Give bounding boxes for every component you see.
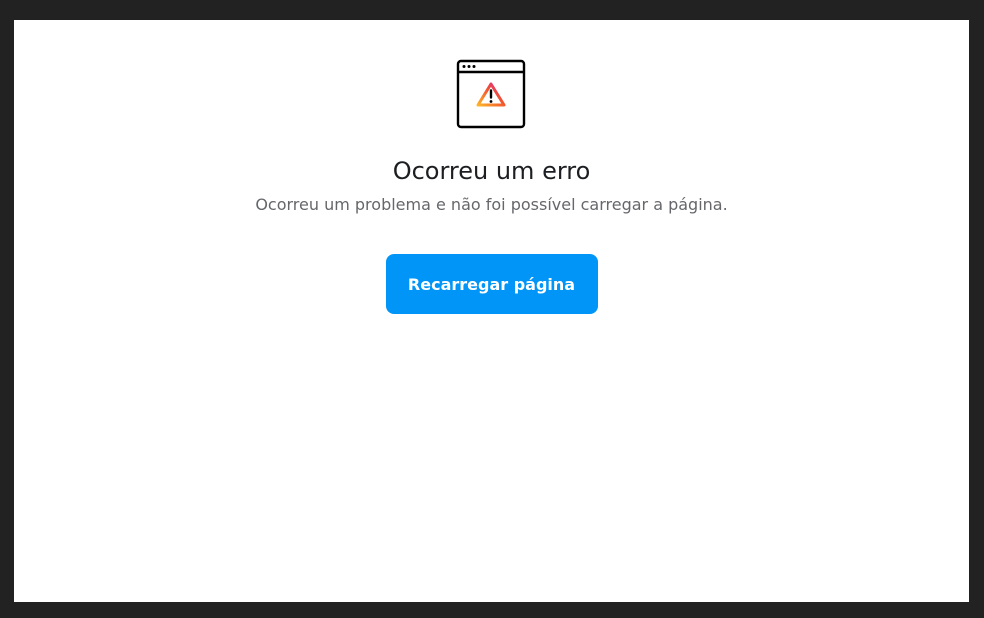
browser-window-warning-icon [456,59,528,131]
error-content: Ocorreu um erro Ocorreu um problema e nã… [14,20,969,314]
error-message: Ocorreu um problema e não foi possível c… [255,195,728,214]
reload-page-button[interactable]: Recarregar página [385,254,598,314]
error-title: Ocorreu um erro [392,157,591,185]
error-page: Ocorreu um erro Ocorreu um problema e nã… [14,20,969,602]
